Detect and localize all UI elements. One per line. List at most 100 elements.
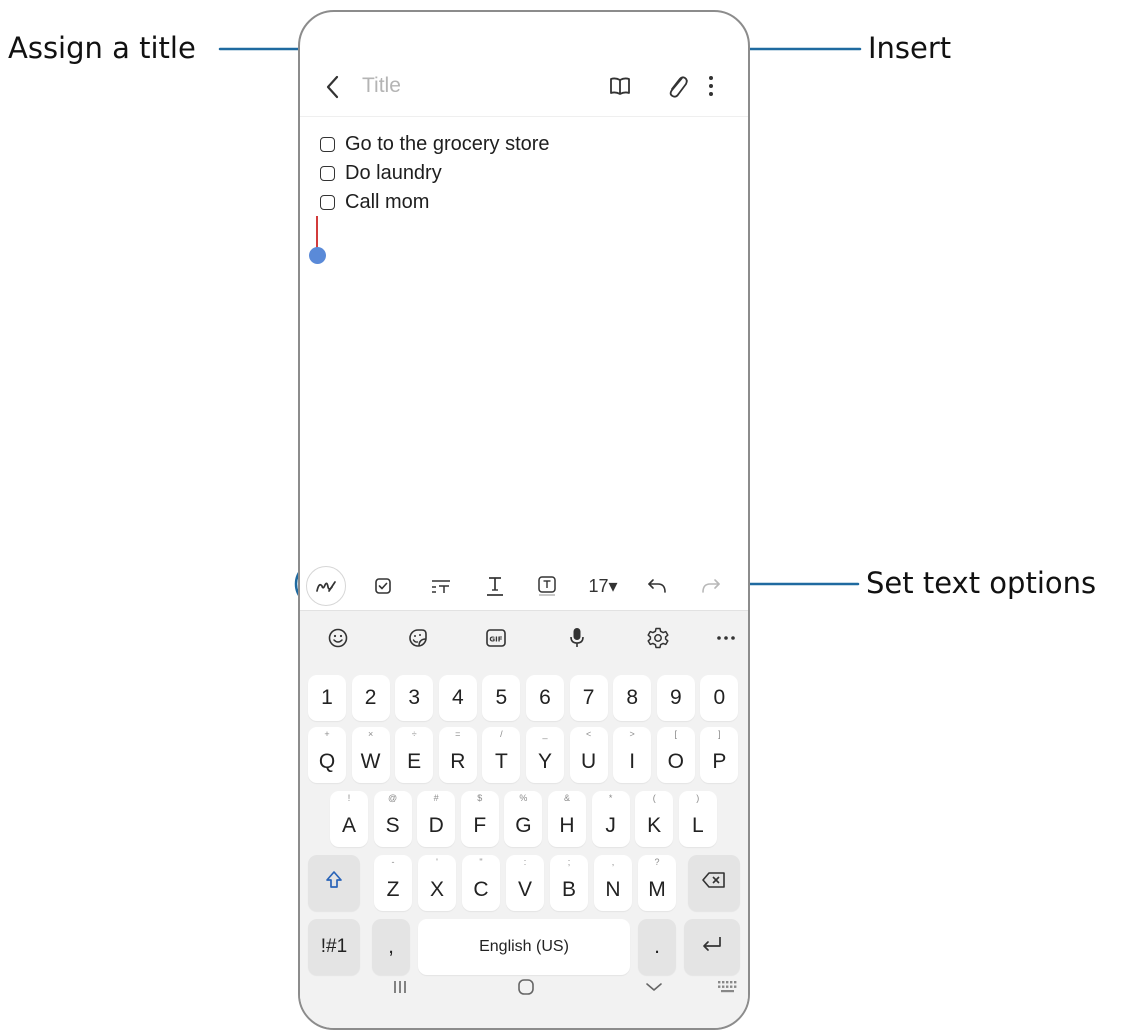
key-label: 1 — [321, 686, 333, 709]
keyboard-key[interactable]: ' X — [418, 855, 456, 911]
keyboard-key[interactable]: 8 — [613, 675, 652, 721]
checkbox-icon[interactable] — [320, 166, 335, 181]
backspace-key[interactable] — [688, 855, 740, 911]
key-label: 6 — [539, 686, 551, 709]
title-input[interactable]: Title — [362, 74, 401, 98]
redo-icon[interactable] — [694, 564, 728, 608]
keyboard-key[interactable]: ] P — [700, 727, 739, 783]
keyboard-key[interactable]: + Q — [308, 727, 346, 783]
keyboard-key[interactable]: ! A — [330, 791, 368, 847]
keyboard-key[interactable]: 6 — [526, 675, 564, 721]
key-label: U — [581, 750, 597, 773]
key-secondary-char: = — [455, 729, 461, 739]
handwriting-pen-button[interactable] — [304, 564, 348, 608]
keyboard-key[interactable]: 1 — [308, 675, 346, 721]
key-label: Q — [318, 750, 336, 773]
svg-text:GIF: GIF — [489, 636, 502, 644]
recents-icon[interactable] — [380, 972, 420, 1002]
home-icon[interactable] — [506, 972, 546, 1002]
key-secondary-char: / — [500, 729, 503, 739]
keyboard-key[interactable]: ? M — [638, 855, 676, 911]
cursor-handle[interactable] — [309, 247, 326, 264]
key-secondary-char: " — [479, 857, 483, 867]
key-secondary-char: ; — [567, 857, 571, 867]
key-label: P — [712, 750, 727, 773]
keyboard-key[interactable]: 5 — [482, 675, 521, 721]
more-icon[interactable] — [706, 621, 746, 655]
key-label: 9 — [669, 686, 682, 709]
keyboard-key[interactable]: [O — [656, 727, 695, 783]
keyboard-key[interactable]: @ S — [373, 791, 412, 847]
keyboard-key[interactable]: ,N — [594, 855, 632, 911]
settings-icon[interactable] — [638, 621, 678, 655]
keyboard-key[interactable]: -Z — [374, 855, 412, 911]
reader-mode-icon[interactable] — [608, 74, 632, 103]
keyboard-key[interactable]: 3 — [395, 675, 434, 721]
emoji-icon[interactable] — [318, 621, 358, 655]
enter-icon — [700, 935, 724, 959]
key-label: M — [648, 878, 666, 901]
space-bar[interactable]: English (US) — [418, 919, 630, 975]
key-secondary-char: ÷ — [411, 729, 417, 739]
comma-key[interactable]: , — [372, 919, 410, 975]
keyboard-key[interactable]: :V — [506, 855, 544, 911]
paragraph-style-icon[interactable] — [424, 564, 458, 608]
gif-icon[interactable]: GIF — [476, 621, 516, 655]
keyboard-key[interactable]: × W — [351, 727, 390, 783]
checkbox-icon[interactable] — [320, 195, 335, 210]
key-secondary-char: × — [367, 729, 374, 739]
font-size-selector[interactable]: 17▾ — [578, 564, 628, 608]
keyboard-key[interactable]: 4 — [438, 675, 477, 721]
keyboard-key[interactable]: < U — [569, 727, 608, 783]
shift-key[interactable] — [308, 855, 360, 911]
more-options-icon[interactable] — [708, 74, 714, 103]
key-secondary-char: > — [629, 729, 635, 739]
keyboard-key[interactable]: = R — [438, 727, 477, 783]
checkbox-tool-icon[interactable] — [366, 564, 400, 608]
key-secondary-char: : — [523, 857, 527, 867]
checklist-item-label[interactable]: Do laundry — [345, 162, 442, 185]
keyboard-key[interactable]: 9 — [656, 675, 695, 721]
keyboard-key[interactable]: 2 — [351, 675, 390, 721]
keyboard-key[interactable]: 7 — [569, 675, 608, 721]
keyboard-key[interactable]: _ Y — [526, 727, 564, 783]
symbols-key[interactable]: !#1 — [308, 919, 360, 975]
text-style-icon[interactable] — [478, 564, 512, 608]
keyboard-key[interactable]: / T — [482, 727, 521, 783]
key-secondary-char: [ — [674, 729, 678, 739]
checkbox-icon[interactable] — [320, 137, 335, 152]
keyboard-key[interactable]: ; B — [550, 855, 588, 911]
keyboard-key[interactable]: 0 — [700, 675, 739, 721]
period-key[interactable]: . — [638, 919, 676, 975]
microphone-icon[interactable] — [557, 621, 597, 655]
keyboard-key[interactable]: $ F — [460, 791, 499, 847]
key-label: 2 — [364, 686, 377, 709]
checklist-item: Go to the grocery store — [320, 130, 550, 159]
key-label: L — [691, 814, 704, 837]
key-secondary-char: $ — [477, 793, 483, 803]
keyboard-key[interactable]: * J — [591, 791, 630, 847]
text-box-icon[interactable] — [530, 564, 564, 608]
keyboard-key[interactable]: ÷ E — [395, 727, 434, 783]
keyboard-key[interactable]: & H — [548, 791, 586, 847]
enter-key[interactable] — [684, 919, 740, 975]
undo-icon[interactable] — [640, 564, 674, 608]
sticker-icon[interactable] — [398, 621, 438, 655]
checklist-item-label[interactable]: Go to the grocery store — [345, 133, 550, 156]
keyboard-key[interactable]: # D — [417, 791, 456, 847]
checklist-item: Call mom — [320, 188, 550, 217]
back-icon[interactable] — [322, 72, 346, 102]
keyboard-key[interactable]: (K — [635, 791, 674, 847]
attach-icon[interactable] — [664, 72, 690, 105]
hide-keyboard-icon[interactable] — [634, 972, 674, 1002]
key-secondary-char: * — [608, 793, 613, 803]
key-label: 5 — [495, 686, 508, 709]
keyboard-switch-icon[interactable] — [708, 972, 748, 1002]
key-secondary-char: % — [519, 793, 528, 803]
checklist-item-label[interactable]: Call mom — [345, 191, 429, 214]
keyboard-key[interactable]: " C — [462, 855, 500, 911]
keyboard-key[interactable]: % G — [504, 791, 543, 847]
keyboard-key[interactable]: > I — [613, 727, 652, 783]
key-label: G — [515, 814, 532, 837]
keyboard-key[interactable]: ) L — [678, 791, 717, 847]
